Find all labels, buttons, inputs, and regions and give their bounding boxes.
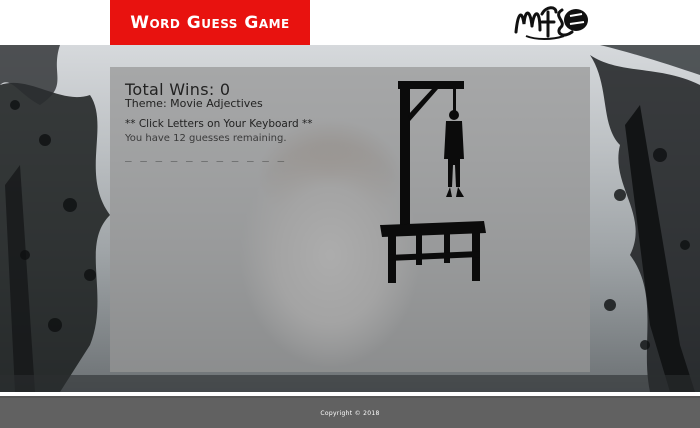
footer: Copyright © 2018 <box>0 396 700 428</box>
hangman-gallows-icon <box>380 81 486 283</box>
header: Word Guess Game <box>0 0 700 45</box>
instruction-text: ** Click Letters on Your Keyboard ** <box>125 118 313 130</box>
game-panel: Total Wins: 0 Theme: Movie Adjectives **… <box>110 67 590 372</box>
copyright-text: Copyright © 2018 <box>320 409 380 417</box>
mfs-logo-icon <box>514 6 588 40</box>
guesses-remaining: You have 12 guesses remaining. <box>125 133 287 144</box>
hero-background: Total Wins: 0 Theme: Movie Adjectives **… <box>0 45 700 392</box>
word-blanks: _ _ _ _ _ _ _ _ _ _ _ <box>125 149 286 162</box>
theme-label: Theme: Movie Adjectives <box>125 97 263 110</box>
page-title: Word Guess Game <box>110 0 310 45</box>
